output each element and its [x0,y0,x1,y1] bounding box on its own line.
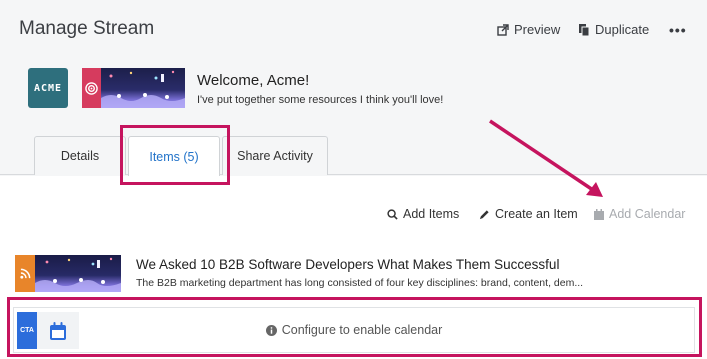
duplicate-label: Duplicate [595,22,650,37]
tab-items-label: Items (5) [149,149,199,164]
calendar-config-message: Configure to enable calendar [14,323,694,337]
item-image [35,255,121,292]
welcome-title: Welcome, Acme! [197,72,310,89]
page-title: Manage Stream [19,18,155,39]
info-icon [265,324,277,336]
list-item[interactable]: We Asked 10 B2B Software Developers What… [15,253,695,295]
tab-items[interactable]: Items (5) [128,136,220,176]
calendar-icon [594,208,604,220]
item-title[interactable]: We Asked 10 B2B Software Developers What… [136,257,559,272]
item-description: The B2B marketing department has long co… [136,277,584,289]
calendar-config-text: Configure to enable calendar [281,323,443,337]
welcome-subtitle: I've put together some resources I think… [197,94,444,106]
tab-details-label: Details [60,149,100,163]
item-thumbnail [15,255,121,292]
add-calendar-label: Add Calendar [609,207,686,221]
calendar-cta-row[interactable]: CTA Configure to enable calendar [13,307,695,353]
more-options-icon[interactable]: ••• [669,22,687,38]
rss-icon [15,255,35,292]
stream-banner-image [101,68,185,108]
duplicate-button[interactable]: Duplicate [579,22,649,37]
search-icon [387,208,398,220]
pencil-icon [479,209,489,219]
acme-logo-text: ACME [33,82,63,94]
target-icon [82,68,101,108]
preview-label: Preview [514,22,561,37]
copy-icon [579,23,590,36]
acme-logo: ACME [28,68,68,108]
create-item-button[interactable]: Create an Item [479,207,578,221]
stream-thumbnail [82,68,185,108]
tab-details[interactable]: Details [34,136,126,175]
add-items-label: Add Items [403,207,460,221]
external-link-icon [497,23,509,36]
preview-button[interactable]: Preview [497,22,560,37]
add-calendar-button[interactable]: Add Calendar [594,207,685,221]
tab-share-activity-label: Share Activity [237,149,313,163]
create-item-label: Create an Item [495,207,578,221]
tab-share-activity[interactable]: Share Activity [222,136,328,175]
add-items-button[interactable]: Add Items [387,207,459,221]
